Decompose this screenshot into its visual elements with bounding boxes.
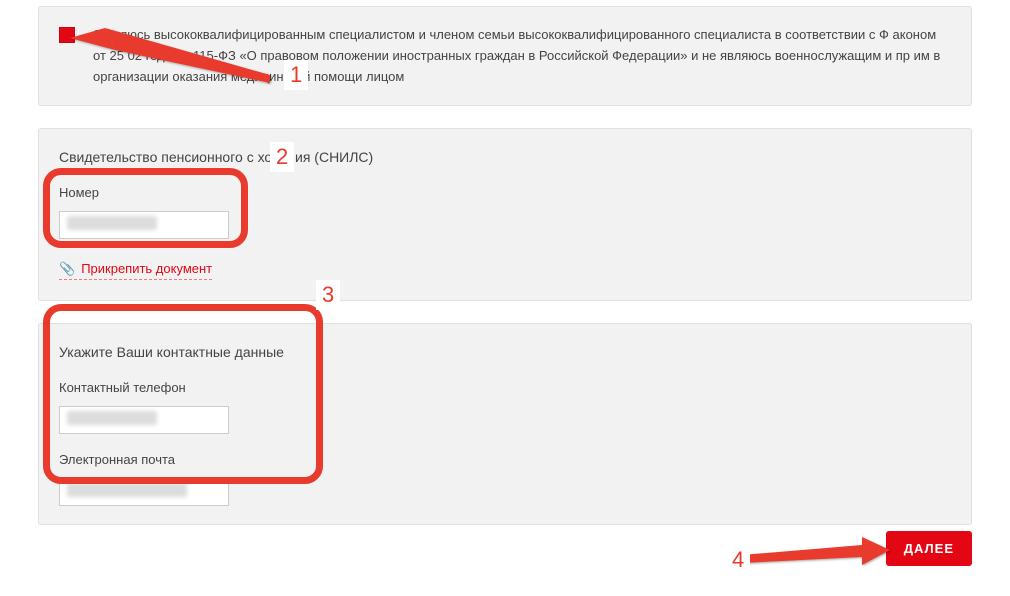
contacts-panel: Укажите Ваши контактные данные Контактны… <box>38 323 972 525</box>
email-block: Электронная почта <box>59 450 951 506</box>
email-label: Электронная почта <box>59 450 951 470</box>
attach-document-link[interactable]: 📎 Прикрепить документ <box>59 259 212 280</box>
declaration-row: Я вляюсь высококвалифицированным специал… <box>59 25 951 87</box>
phone-block: Контактный телефон <box>59 378 951 434</box>
redacted-mask <box>67 483 187 497</box>
next-button[interactable]: ДАЛЕЕ <box>886 531 972 566</box>
redacted-mask <box>67 216 157 230</box>
snils-number-block: Номер <box>59 183 951 239</box>
paperclip-icon: 📎 <box>59 259 75 279</box>
declaration-panel: Я вляюсь высококвалифицированным специал… <box>38 6 972 106</box>
declaration-text: Я вляюсь высококвалифицированным специал… <box>93 25 951 87</box>
snils-title: Свидетельство пенсионного с хования (СНИ… <box>59 147 951 169</box>
annotation-arrow-4 <box>742 533 902 573</box>
snils-number-label: Номер <box>59 183 951 203</box>
phone-label: Контактный телефон <box>59 378 951 398</box>
contacts-title: Укажите Ваши контактные данные <box>59 342 951 364</box>
annotation-label-4: 4 <box>726 545 750 575</box>
declaration-checkbox[interactable] <box>59 27 75 43</box>
snils-panel: Свидетельство пенсионного с хования (СНИ… <box>38 128 972 301</box>
attach-document-label: Прикрепить документ <box>81 259 212 279</box>
redacted-mask <box>67 411 157 425</box>
